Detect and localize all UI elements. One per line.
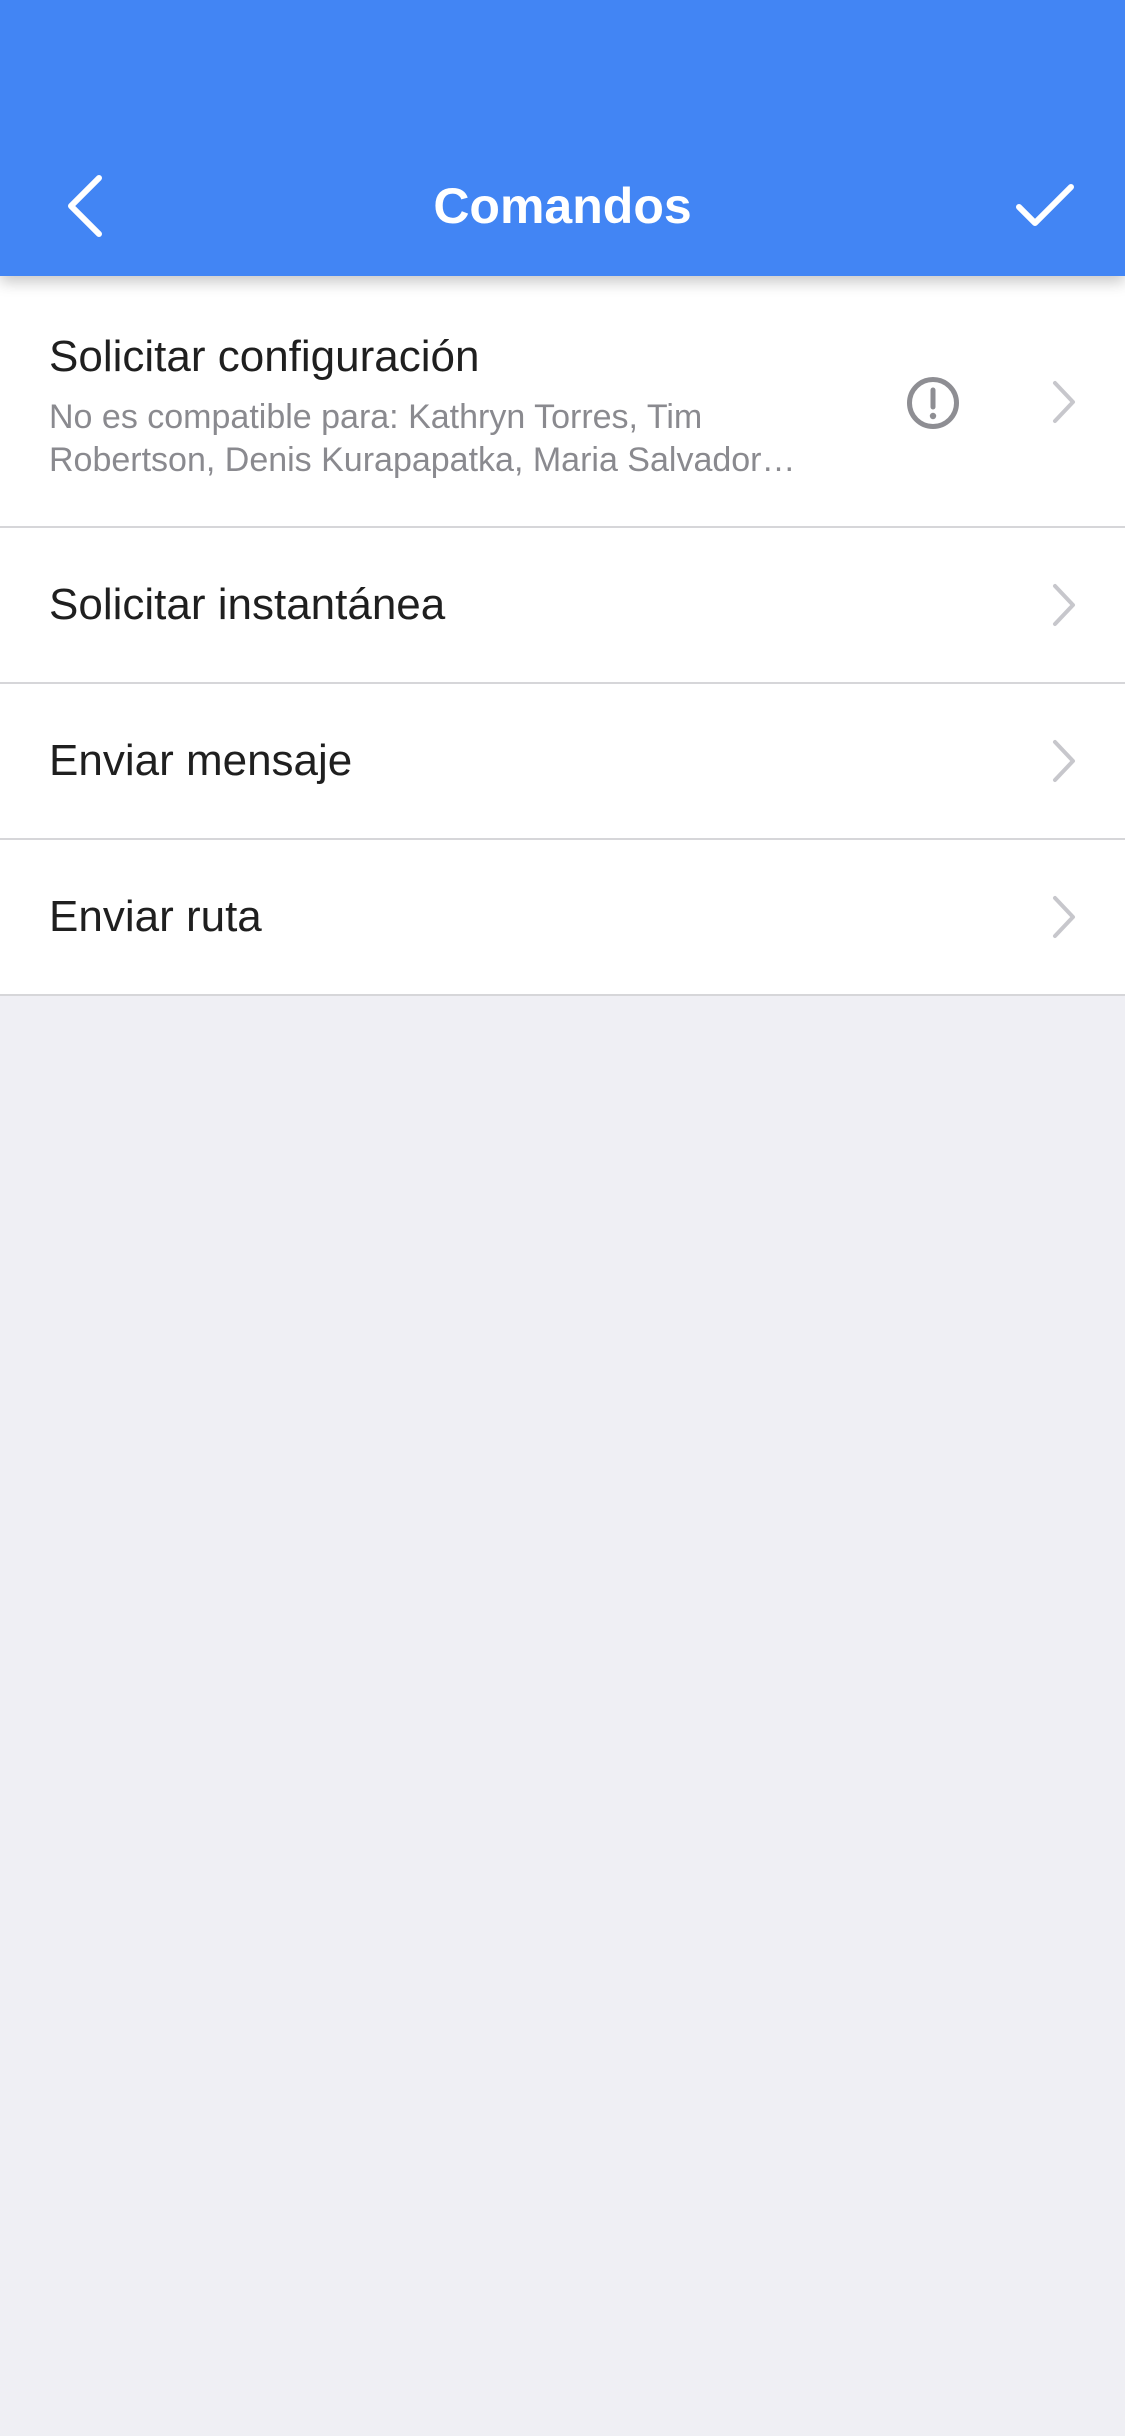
navigation-bar: Comandos bbox=[0, 136, 1125, 276]
chevron-left-icon bbox=[68, 175, 102, 237]
warning-icon[interactable] bbox=[906, 376, 960, 430]
commands-list: Solicitar configuración No es compatible… bbox=[0, 276, 1125, 996]
chevron-right-icon bbox=[1053, 896, 1075, 938]
command-item-request-snapshot[interactable]: Solicitar instantánea bbox=[0, 528, 1125, 684]
page-title: Comandos bbox=[433, 178, 692, 234]
back-button[interactable] bbox=[30, 136, 140, 276]
command-item-send-message[interactable]: Enviar mensaje bbox=[0, 684, 1125, 840]
empty-background bbox=[0, 996, 1125, 2436]
confirm-button[interactable] bbox=[985, 136, 1105, 276]
command-title: Enviar ruta bbox=[49, 892, 262, 941]
chevron-right-icon bbox=[1053, 584, 1075, 626]
checkmark-icon bbox=[1016, 184, 1074, 226]
chevron-right-icon bbox=[1053, 381, 1075, 423]
command-item-request-configuration[interactable]: Solicitar configuración No es compatible… bbox=[0, 276, 1125, 528]
command-subtitle: No es compatible para: Kathryn Torres, T… bbox=[49, 398, 796, 479]
command-item-send-route[interactable]: Enviar ruta bbox=[0, 840, 1125, 996]
command-title: Solicitar configuración bbox=[49, 332, 480, 381]
command-title: Solicitar instantánea bbox=[49, 580, 446, 629]
chevron-right-icon bbox=[1053, 740, 1075, 782]
command-title: Enviar mensaje bbox=[49, 736, 353, 785]
app-header: Comandos bbox=[0, 0, 1125, 276]
